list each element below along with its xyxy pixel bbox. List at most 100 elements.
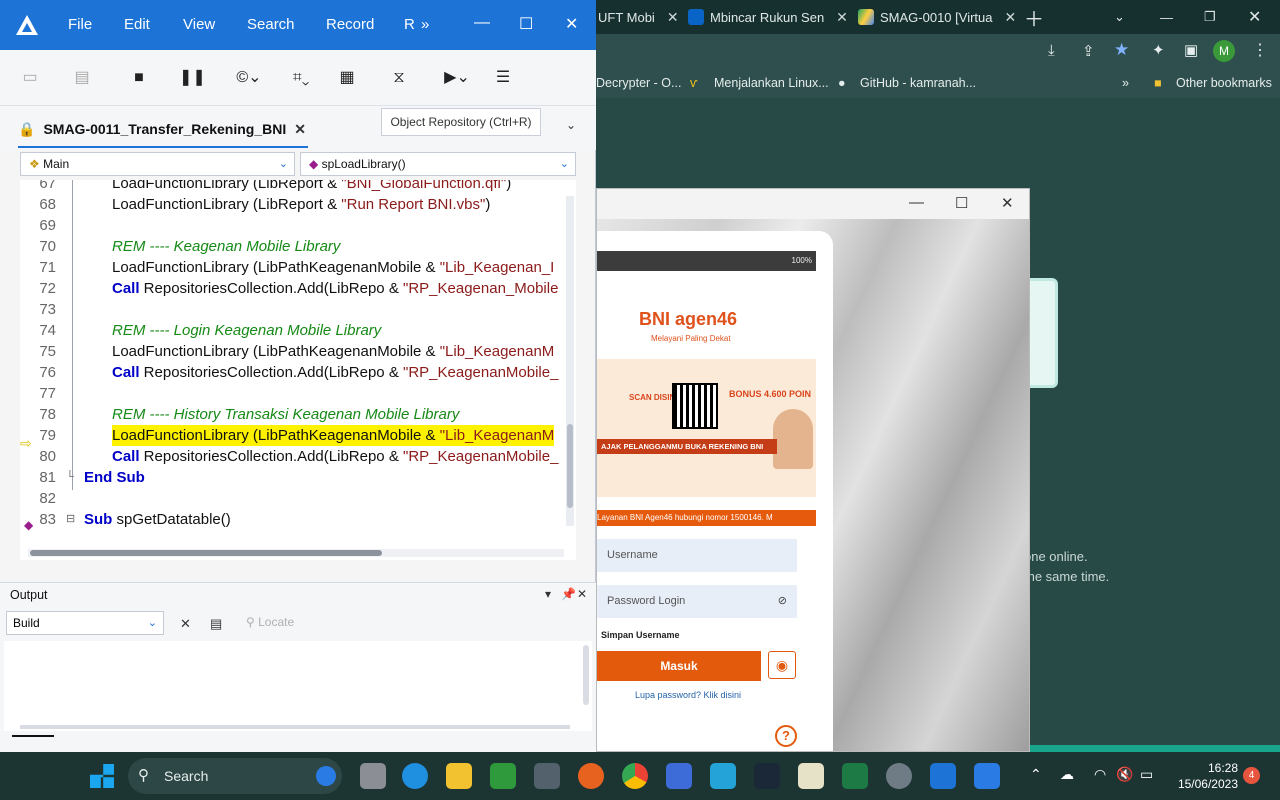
minimize-icon[interactable]: —	[474, 14, 490, 32]
avatar[interactable]: M	[1213, 40, 1235, 62]
vertical-scrollbar[interactable]	[566, 196, 574, 526]
side-panel-icon[interactable]: ▣	[1184, 41, 1198, 59]
eye-off-icon[interactable]: ⊘	[778, 585, 787, 618]
close-icon[interactable]: ✕	[577, 587, 587, 601]
clear-icon[interactable]: ✕	[180, 616, 191, 632]
promo-banner[interactable]: SCAN DISINI BONUS 4.600 POIN AJAK PELANG…	[597, 359, 816, 497]
minimize-icon[interactable]: —	[1160, 4, 1173, 30]
scroll-thumb[interactable]	[567, 424, 573, 508]
code-line[interactable]: 82	[20, 488, 566, 509]
volume-icon[interactable]: 🔇	[1116, 766, 1133, 783]
onedrive-icon[interactable]: ☁	[1060, 766, 1074, 783]
archive-icon[interactable]: ▦	[335, 67, 359, 89]
app-icon[interactable]	[666, 763, 692, 789]
fingerprint-icon[interactable]: ◉	[768, 651, 796, 679]
code-line[interactable]: 74 REM ---- Login Keagenan Mobile Library	[20, 320, 566, 341]
edge-icon[interactable]	[402, 763, 428, 789]
output-hscrollbar[interactable]	[20, 725, 570, 729]
tab-search-icon[interactable]: ⌄	[1114, 4, 1125, 30]
output-scrollbar[interactable]	[583, 645, 589, 705]
share-icon[interactable]: ⇪	[1082, 42, 1095, 60]
code-line[interactable]: 83 Sub spGetDatatable() ⊟	[20, 509, 566, 530]
code-line[interactable]: 72 Call RepositoriesCollection.Add(LibRep…	[20, 278, 566, 299]
close-icon[interactable]: ✕	[836, 9, 848, 26]
pin-icon[interactable]: 📌	[561, 587, 576, 601]
code-line[interactable]: 69	[20, 215, 566, 236]
fold-toggle-icon[interactable]: ⊟	[66, 509, 75, 530]
download-icon[interactable]: ⤓	[1048, 42, 1055, 59]
wifi-icon[interactable]: ◠	[1094, 766, 1106, 783]
menu-record[interactable]: Record	[326, 16, 374, 33]
save-icon[interactable]: ▭	[18, 67, 42, 89]
restore-icon[interactable]: ❐	[1204, 4, 1216, 30]
horizontal-scrollbar[interactable]	[28, 549, 564, 557]
close-icon[interactable]: ✕	[565, 14, 578, 34]
uft-taskbar-icon[interactable]	[930, 763, 956, 789]
bookmark-decrypter[interactable]: Decrypter - O...	[596, 76, 681, 90]
app-icon[interactable]	[710, 763, 736, 789]
save-all-icon[interactable]: ▤	[70, 67, 94, 89]
close-window-icon[interactable]: ✕	[1248, 4, 1261, 30]
menu-view[interactable]: View	[183, 16, 215, 33]
maximize-icon[interactable]: ☐	[519, 14, 533, 34]
pause-icon[interactable]: ❚❚	[179, 67, 206, 89]
new-tab-button[interactable]: ＋	[1024, 4, 1044, 31]
bookmark-github[interactable]: GitHub - kamranah...	[860, 76, 976, 90]
bookmark-star-icon[interactable]: ★	[1114, 40, 1129, 60]
more-menu-icon[interactable]: ⋮	[1252, 40, 1268, 60]
menu-edit[interactable]: Edit	[124, 16, 150, 33]
document-tab[interactable]: 🔒 SMAG-0011_Transfer_Rekening_BNI ✕	[18, 114, 308, 148]
app-icon[interactable]	[490, 763, 516, 789]
code-line[interactable]: 70 REM ---- Keagenan Mobile Library	[20, 236, 566, 257]
output-text-area[interactable]	[4, 641, 592, 731]
step-icon[interactable]: ⌗⌄	[284, 67, 318, 89]
scope-dropdown[interactable]: ❖ Main ⌄	[20, 152, 295, 176]
run-icon[interactable]: ▶⌄	[440, 67, 474, 89]
remember-username-checkbox[interactable]: Simpan Username	[601, 630, 680, 640]
debug-icon[interactable]: ⧖	[387, 67, 411, 89]
firefox-icon[interactable]	[578, 763, 604, 789]
code-line[interactable]: 81 End Sub └	[20, 467, 566, 488]
menu-search[interactable]: Search	[247, 16, 295, 33]
locate-button[interactable]: ⚲ Locate	[246, 615, 294, 629]
code-line[interactable]: 77	[20, 383, 566, 404]
minimize-icon[interactable]: —	[909, 194, 924, 211]
login-button[interactable]: Masuk	[597, 651, 761, 681]
dropdown-icon[interactable]: ▾	[545, 587, 551, 601]
menu-overflow-icon[interactable]: »	[421, 16, 429, 33]
scroll-thumb[interactable]	[30, 550, 382, 556]
function-dropdown[interactable]: ◆ spLoadLibrary() ⌄	[300, 152, 576, 176]
code-line[interactable]: 75 LoadFunctionLibrary (LibPathKeagenanMo…	[20, 341, 566, 362]
taskbar-search[interactable]: ⚲ Search	[128, 758, 342, 794]
record-mode-icon[interactable]: ©⌄	[232, 67, 266, 89]
code-line[interactable]: 68 LoadFunctionLibrary (LibReport & "Run …	[20, 194, 566, 215]
menu-run[interactable]: R	[404, 16, 415, 33]
code-line[interactable]: 73	[20, 299, 566, 320]
menu-file[interactable]: File	[68, 16, 92, 33]
settings-icon[interactable]	[886, 763, 912, 789]
password-field[interactable]: Password Login ⊘	[597, 585, 797, 618]
maximize-icon[interactable]: ☐	[955, 194, 968, 212]
task-view-icon[interactable]	[360, 763, 386, 789]
file-explorer-icon[interactable]	[446, 763, 472, 789]
excel-icon[interactable]	[842, 763, 868, 789]
close-icon[interactable]: ✕	[1001, 194, 1014, 212]
app-icon[interactable]	[974, 763, 1000, 789]
browser-tab-uft[interactable]: UFT Mobi ✕	[598, 4, 679, 30]
other-bookmarks[interactable]: Other bookmarks	[1176, 76, 1272, 90]
notepad-icon[interactable]	[798, 763, 824, 789]
battery-icon[interactable]: ▭	[1140, 766, 1153, 783]
browser-tab-drive[interactable]: SMAG-0010 [Virtua ✕	[858, 4, 1016, 30]
forgot-password-link[interactable]: Lupa password? Klik disini	[635, 690, 741, 700]
browser-tab-outlook[interactable]: Mbincar Rukun Sen ✕	[688, 4, 848, 30]
extensions-icon[interactable]: ✦	[1152, 41, 1165, 59]
chevron-up-icon[interactable]: ⌃	[1030, 766, 1042, 783]
chrome-icon[interactable]	[622, 763, 648, 789]
list-icon[interactable]: ☰	[491, 67, 515, 89]
code-line[interactable]: 79 LoadFunctionLibrary (LibPathKeagenanMo…	[20, 425, 566, 446]
chevron-right-icon[interactable]: »	[1122, 76, 1129, 90]
wrap-icon[interactable]: ▤	[210, 616, 222, 632]
close-icon[interactable]: ✕	[1004, 9, 1016, 26]
help-icon[interactable]: ?	[775, 725, 797, 747]
code-line[interactable]: 76 Call RepositoriesCollection.Add(LibRep…	[20, 362, 566, 383]
